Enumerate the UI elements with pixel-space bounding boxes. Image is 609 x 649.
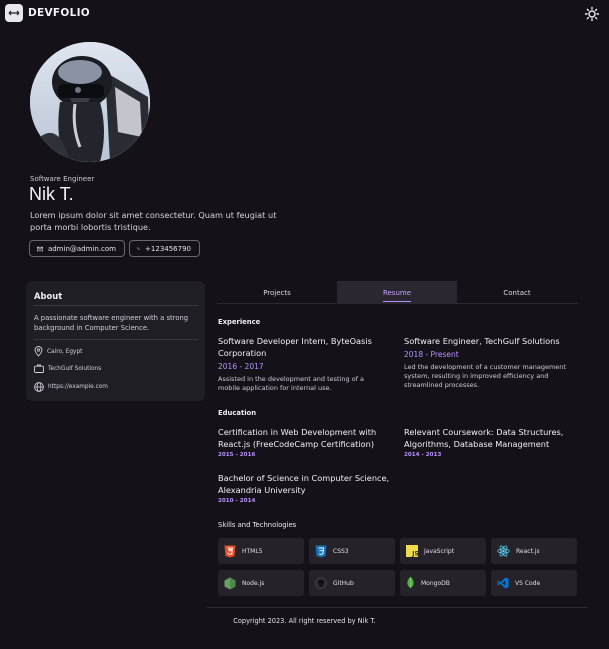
skill-label: CSS3	[333, 547, 349, 555]
footer-divider	[207, 607, 587, 608]
website-link[interactable]: https://example.com	[48, 384, 108, 390]
about-text: A passionate software engineer with a st…	[34, 314, 189, 332]
avatar	[30, 42, 150, 162]
role-label: Software Engineer	[30, 175, 95, 183]
skill-label: GitHub	[333, 579, 354, 587]
divider	[34, 339, 198, 340]
experience-title: Software Engineer, TechGulf Solutions	[404, 336, 560, 346]
profile-name: Nik T.	[29, 184, 74, 204]
phone-icon	[137, 247, 140, 250]
github-icon	[315, 577, 327, 589]
skill-label: HTML5	[242, 547, 263, 555]
skill-vscode: VS Code	[491, 570, 577, 596]
arrows-icon[interactable]	[5, 4, 23, 22]
mail-icon	[37, 246, 43, 251]
skill-html5: HTML5	[218, 538, 304, 564]
top-bar: DEVFOLIO	[0, 0, 609, 30]
experience-date: 2016 - 2017	[218, 362, 264, 371]
tab-contact[interactable]: Contact	[457, 281, 577, 304]
tab-projects[interactable]: Projects	[217, 281, 337, 304]
react-icon	[497, 545, 510, 557]
education-title: Relevant Coursework: Data Structures, Al…	[404, 427, 564, 449]
location-text: Cairo, Egypt	[47, 348, 83, 355]
location-row: Cairo, Egypt	[34, 346, 82, 357]
tab-bar: Projects Resume Contact	[217, 281, 578, 304]
experience-heading: Experience	[218, 318, 261, 326]
mongodb-icon	[407, 576, 414, 590]
svg-text:JS: JS	[411, 551, 418, 558]
footer-copyright: Copyright 2023. All right reserved by Ni…	[233, 617, 376, 625]
experience-description: Led the development of a customer manage…	[404, 363, 566, 389]
logo-text[interactable]: DEVFOLIO	[28, 7, 90, 19]
skill-mongodb: MongoDB	[400, 570, 486, 596]
company-row: TechGulf Solutions	[34, 364, 101, 373]
email-button[interactable]: admin@admin.com	[29, 240, 125, 257]
skill-label: VS Code	[515, 579, 541, 587]
website-row[interactable]: https://example.com	[34, 382, 108, 392]
vscode-icon	[497, 577, 509, 589]
divider	[34, 305, 198, 306]
about-card: About A passionate software engineer wit…	[26, 281, 205, 401]
company-text: TechGulf Solutions	[48, 365, 102, 372]
phone-text: +123456790	[145, 244, 191, 253]
skill-label: JavaScript	[424, 547, 455, 555]
sun-icon[interactable]	[584, 6, 600, 22]
html5-icon	[224, 545, 236, 557]
skill-label: Node.js	[242, 579, 265, 587]
phone-button[interactable]: +123456790	[129, 240, 200, 257]
education-date: 2010 - 2014	[218, 498, 256, 504]
education-title: Certification in Web Development with Re…	[218, 427, 377, 449]
experience-title: Software Developer Intern, ByteOasis Cor…	[218, 336, 372, 358]
education-date: 2015 - 2016	[218, 452, 256, 458]
globe-icon	[34, 382, 44, 392]
experience-date: 2018 - Present	[404, 350, 459, 359]
nodejs-icon	[224, 577, 236, 589]
briefcase-icon	[34, 364, 44, 373]
skill-nodejs: Node.js	[218, 570, 304, 596]
education-heading: Education	[218, 409, 257, 417]
education-date: 2014 - 2013	[404, 452, 442, 458]
skill-react: React.js	[491, 538, 577, 564]
skill-css3: CSS3	[309, 538, 395, 564]
skill-label: React.js	[516, 547, 540, 555]
profile-bio: Lorem ipsum dolor sit amet consectetur. …	[30, 210, 277, 232]
css3-icon	[315, 545, 327, 557]
experience-description: Assisted in the development and testing …	[218, 375, 365, 392]
email-text: admin@admin.com	[47, 244, 116, 253]
location-pin-icon	[34, 346, 43, 357]
skill-javascript: JS JavaScript	[400, 538, 486, 564]
tab-resume[interactable]: Resume	[337, 281, 457, 304]
skills-heading: Skills and Technologies	[218, 521, 297, 529]
skill-github: GitHub	[309, 570, 395, 596]
javascript-icon: JS	[406, 545, 418, 557]
education-title: Bachelor of Science in Computer Science,…	[218, 473, 390, 495]
about-title: About	[34, 291, 63, 301]
skill-label: MongoDB	[421, 579, 450, 587]
